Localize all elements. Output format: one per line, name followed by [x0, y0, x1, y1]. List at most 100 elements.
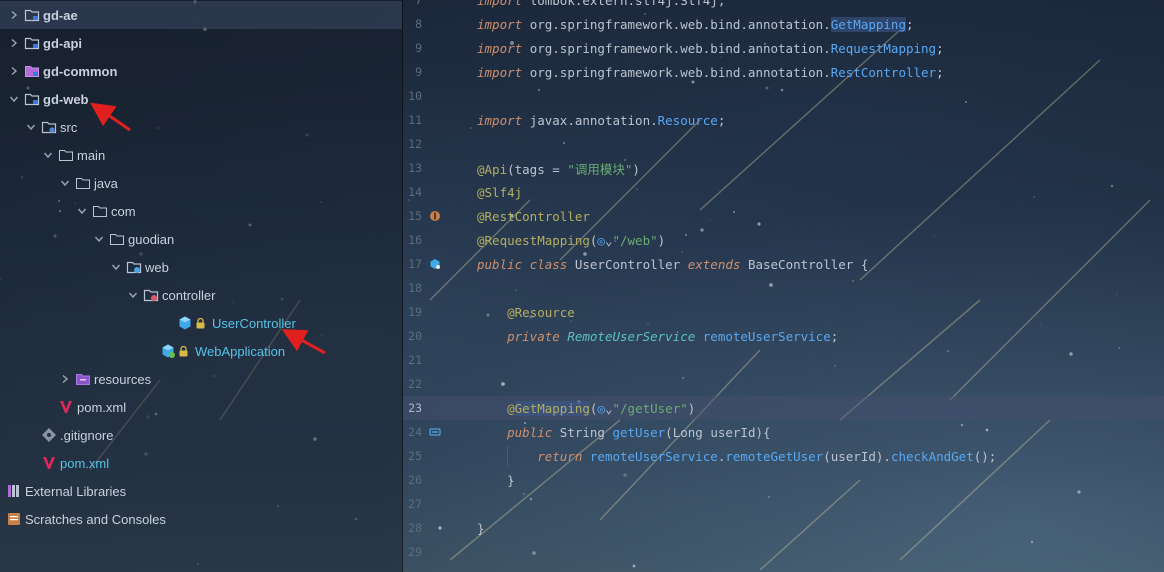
code-line[interactable]: 27	[403, 492, 1164, 516]
code-line[interactable]: 12	[403, 132, 1164, 156]
line-number: 12	[408, 137, 422, 151]
folder-icon	[75, 175, 91, 191]
chevron-down-icon[interactable]	[42, 149, 54, 161]
tree-item-gd-common[interactable]: gd-common	[0, 57, 402, 85]
code-token: (Long userId){	[665, 424, 771, 440]
module-folder-purple-icon	[24, 63, 40, 79]
code-editor[interactable]: 7 import lombok.extern.slf4j.Slf4j; 8 impor…	[403, 0, 1164, 572]
chevron-down-icon[interactable]	[59, 177, 71, 189]
code-line[interactable]: 15 @RestController	[403, 204, 1164, 228]
tree-item-gitignore[interactable]: .gitignore	[0, 421, 402, 449]
chevron-right-icon[interactable]	[8, 65, 20, 77]
code-token: )	[632, 161, 640, 177]
chevron-right-icon[interactable]	[8, 37, 20, 49]
code-token: ◎	[597, 400, 605, 416]
code-token: GetMapping	[830, 16, 906, 32]
code-token: javax.annotation.	[529, 112, 658, 128]
code-line[interactable]: 13 @Api(tags = "调用模块")	[403, 156, 1164, 180]
tree-item-resources[interactable]: resources	[0, 365, 402, 393]
tree-item-gd-web[interactable]: gd-web	[0, 85, 402, 113]
controller-package-icon	[143, 287, 159, 303]
code-token: ;	[936, 64, 944, 80]
chevron-down-icon[interactable]	[8, 93, 20, 105]
code-line[interactable]: 7 import lombok.extern.slf4j.Slf4j;	[403, 0, 1164, 12]
code-token: import	[477, 112, 530, 128]
tree-item-java[interactable]: java	[0, 169, 402, 197]
code-line[interactable]: 20 private RemoteUserService remoteUserS…	[403, 324, 1164, 348]
code-line[interactable]: 24 public String getUser(Long userId){	[403, 420, 1164, 444]
tree-item-label: java	[94, 175, 118, 191]
tree-item-label: gd-common	[43, 63, 118, 79]
code-text: @Api(tags = "调用模块")	[477, 159, 640, 178]
code-line[interactable]: 23 @GetMapping(◎⌄"/getUser")	[403, 396, 1164, 420]
tree-item-gd-api[interactable]: gd-api	[0, 29, 402, 57]
code-line[interactable]: 17 public class UserController extends Ba…	[403, 252, 1164, 276]
code-token: }	[477, 472, 515, 488]
code-line[interactable]: 19 @Resource	[403, 300, 1164, 324]
tree-item-pom-root[interactable]: pom.xml	[0, 449, 402, 477]
code-line[interactable]: 25 return remoteUserService.remoteGetUse…	[403, 444, 1164, 468]
code-token: lombok.extern.slf4j.Slf4j;	[529, 0, 726, 8]
code-text: public String getUser(Long userId){	[477, 424, 771, 440]
line-number: 21	[408, 353, 422, 367]
line-number: 11	[408, 113, 422, 127]
code-token: ;	[936, 40, 944, 56]
code-text: return remoteUserService.remoteGetUser(u…	[477, 449, 996, 464]
code-token: @Resource	[477, 304, 575, 320]
code-token: @RequestMapping	[477, 232, 590, 248]
chevron-right-icon[interactable]	[59, 373, 71, 385]
code-token: {	[860, 256, 869, 272]
tree-item-com[interactable]: com	[0, 197, 402, 225]
tree-item-web[interactable]: web	[0, 253, 402, 281]
chevron-down-icon[interactable]	[93, 233, 105, 245]
code-line[interactable]: 8 import org.springframework.web.bind.ann…	[403, 12, 1164, 36]
tree-item-pom-web[interactable]: pom.xml	[0, 393, 402, 421]
spring-bean-gutter-icon[interactable]	[429, 210, 441, 222]
line-number: 27	[408, 497, 422, 511]
tree-item-label: pom.xml	[77, 399, 127, 415]
code-token: public	[477, 424, 560, 440]
folder-icon	[92, 203, 108, 219]
tree-item-label: gd-api	[43, 35, 82, 51]
code-token: @Slf4j	[477, 184, 523, 200]
code-line[interactable]: 28}	[403, 516, 1164, 540]
tree-item-external-libraries[interactable]: External Libraries	[0, 477, 402, 505]
tree-item-src[interactable]: src	[0, 113, 402, 141]
class-gutter-icon[interactable]	[429, 258, 441, 270]
chevron-down-icon[interactable]	[110, 261, 122, 273]
folder-icon	[58, 147, 74, 163]
code-text: import lombok.extern.slf4j.Slf4j;	[477, 0, 725, 8]
tree-item-WebApplication[interactable]: WebApplication	[0, 337, 402, 365]
code-line[interactable]: 22	[403, 372, 1164, 396]
tree-item-gd-ae[interactable]: gd-ae	[0, 1, 402, 29]
endpoint-gutter-icon[interactable]	[429, 426, 441, 438]
code-line[interactable]: 9 import org.springframework.web.bind.ann…	[403, 36, 1164, 60]
project-tool-window[interactable]: gd-ae gd-api gd-common gd-web src main java com…	[0, 0, 403, 572]
tree-item-guodian[interactable]: guodian	[0, 225, 402, 253]
code-line[interactable]: 10	[403, 84, 1164, 108]
folder-icon	[109, 231, 125, 247]
code-line[interactable]: 11 import javax.annotation.Resource;	[403, 108, 1164, 132]
tree-item-scratches[interactable]: Scratches and Consoles	[0, 505, 402, 533]
code-text: import org.springframework.web.bind.anno…	[477, 16, 914, 32]
chevron-down-icon[interactable]	[76, 205, 88, 217]
code-line[interactable]: 9 import org.springframework.web.bind.ann…	[403, 60, 1164, 84]
code-line[interactable]: 21	[403, 348, 1164, 372]
tree-item-controller[interactable]: controller	[0, 281, 402, 309]
code-line[interactable]: 16 @RequestMapping(◎⌄"/web")	[403, 228, 1164, 252]
code-line[interactable]: 18	[403, 276, 1164, 300]
code-line[interactable]: 29	[403, 540, 1164, 564]
code-token: "/web"	[612, 232, 658, 248]
tree-item-main[interactable]: main	[0, 141, 402, 169]
code-token: ;	[717, 112, 726, 128]
line-number: 7	[415, 0, 422, 7]
chevron-down-icon[interactable]	[25, 121, 37, 133]
chevron-right-icon[interactable]	[8, 9, 20, 21]
code-line[interactable]: 26 }	[403, 468, 1164, 492]
chevron-down-icon[interactable]	[127, 289, 139, 301]
code-line[interactable]: 14 @Slf4j	[403, 180, 1164, 204]
line-number: 28	[408, 521, 422, 535]
tree-item-UserController[interactable]: UserController	[0, 309, 402, 337]
code-token: (userId).	[823, 448, 891, 464]
code-token: Resource	[657, 112, 718, 128]
